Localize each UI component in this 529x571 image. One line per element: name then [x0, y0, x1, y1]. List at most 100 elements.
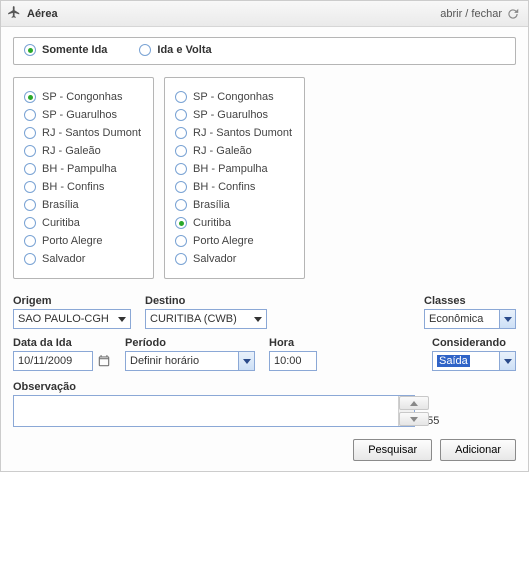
destination-city-label: RJ - Santos Dumont: [193, 127, 292, 139]
radio-icon: [175, 163, 187, 175]
origin-city-option[interactable]: RJ - Galeão: [24, 142, 141, 160]
adicionar-button[interactable]: Adicionar: [440, 439, 516, 461]
origin-city-option[interactable]: BH - Pampulha: [24, 160, 141, 178]
caret-down-icon: [410, 417, 418, 422]
origem-value: SAO PAULO-CGH: [18, 313, 109, 325]
classes-value: Econômica: [429, 313, 483, 325]
toggle-panel-label: abrir / fechar: [440, 8, 502, 20]
destination-city-option[interactable]: RJ - Galeão: [175, 142, 292, 160]
considerando-value: Saída: [437, 355, 470, 367]
caret-down-icon: [118, 317, 126, 322]
pesquisar-button[interactable]: Pesquisar: [353, 439, 432, 461]
destination-city-option[interactable]: Porto Alegre: [175, 232, 292, 250]
origin-city-label: RJ - Santos Dumont: [42, 127, 141, 139]
radio-icon: [24, 127, 36, 139]
destination-city-option[interactable]: RJ - Santos Dumont: [175, 124, 292, 142]
destination-city-label: Curitiba: [193, 217, 231, 229]
destination-city-label: Salvador: [193, 253, 236, 265]
dropdown-arrow-icon: [499, 310, 515, 328]
panel-title: Aérea: [27, 8, 58, 20]
origin-city-label: Brasília: [42, 199, 79, 211]
scroll-down-button[interactable]: [399, 412, 429, 426]
destino-label: Destino: [145, 295, 267, 307]
destination-city-option[interactable]: Salvador: [175, 250, 292, 268]
destination-city-label: SP - Congonhas: [193, 91, 274, 103]
trip-type-group: Somente Ida Ida e Volta: [13, 37, 516, 65]
destination-city-option[interactable]: Brasília: [175, 196, 292, 214]
destination-city-option[interactable]: Curitiba: [175, 214, 292, 232]
airplane-icon: [7, 5, 21, 22]
origin-city-label: Curitiba: [42, 217, 80, 229]
trip-round-option[interactable]: Ida e Volta: [139, 44, 211, 56]
origin-city-option[interactable]: SP - Congonhas: [24, 88, 141, 106]
origin-city-label: BH - Confins: [42, 181, 104, 193]
destination-city-label: RJ - Galeão: [193, 145, 252, 157]
periodo-label: Período: [125, 337, 255, 349]
radio-icon: [24, 181, 36, 193]
radio-icon: [175, 109, 187, 121]
classes-label: Classes: [424, 295, 516, 307]
origin-city-option[interactable]: SP - Guarulhos: [24, 106, 141, 124]
origin-city-list: SP - Congonhas SP - Guarulhos RJ - Santos …: [13, 77, 154, 279]
destination-city-option[interactable]: SP - Guarulhos: [175, 106, 292, 124]
hora-label: Hora: [269, 337, 317, 349]
destination-city-label: Porto Alegre: [193, 235, 254, 247]
destination-city-label: BH - Confins: [193, 181, 255, 193]
radio-icon: [175, 181, 187, 193]
origin-city-label: Salvador: [42, 253, 85, 265]
origin-city-option[interactable]: Salvador: [24, 250, 141, 268]
origin-city-option[interactable]: RJ - Santos Dumont: [24, 124, 141, 142]
hora-value: 10:00: [274, 355, 302, 367]
destination-city-label: SP - Guarulhos: [193, 109, 268, 121]
destination-city-option[interactable]: SP - Congonhas: [175, 88, 292, 106]
radio-icon: [24, 145, 36, 157]
destination-city-list: SP - Congonhas SP - Guarulhos RJ - Santos …: [164, 77, 305, 279]
destination-city-option[interactable]: BH - Confins: [175, 178, 292, 196]
destino-select[interactable]: CURITIBA (CWB): [145, 309, 267, 329]
radio-icon: [24, 235, 36, 247]
origin-city-option[interactable]: Brasília: [24, 196, 141, 214]
data-ida-input[interactable]: 10/11/2009: [13, 351, 93, 371]
footer-buttons: Pesquisar Adicionar: [13, 439, 516, 461]
hora-input[interactable]: 10:00: [269, 351, 317, 371]
calendar-icon[interactable]: [97, 354, 111, 368]
origin-city-label: Porto Alegre: [42, 235, 103, 247]
periodo-value: Definir horário: [130, 355, 199, 367]
dropdown-arrow-icon: [499, 352, 515, 370]
periodo-select[interactable]: Definir horário: [125, 351, 255, 371]
origin-city-option[interactable]: BH - Confins: [24, 178, 141, 196]
scroll-up-button[interactable]: [399, 396, 429, 410]
radio-icon: [24, 109, 36, 121]
origem-select[interactable]: SAO PAULO-CGH: [13, 309, 131, 329]
destination-city-option[interactable]: BH - Pampulha: [175, 160, 292, 178]
data-ida-label: Data da Ida: [13, 337, 111, 349]
scrollbar[interactable]: [398, 396, 414, 426]
observacao-textarea[interactable]: [13, 395, 415, 427]
classes-select[interactable]: Econômica: [424, 309, 516, 329]
observacao-label: Observação: [13, 381, 76, 393]
panel-header: Aérea abrir / fechar: [1, 1, 528, 27]
radio-icon: [175, 253, 187, 265]
origin-city-option[interactable]: Porto Alegre: [24, 232, 141, 250]
considerando-select[interactable]: Saída: [432, 351, 516, 371]
caret-up-icon: [410, 401, 418, 406]
trip-round-label: Ida e Volta: [157, 44, 211, 56]
refresh-icon: [506, 7, 520, 21]
radio-icon: [24, 253, 36, 265]
radio-icon: [24, 217, 36, 229]
origin-city-label: SP - Guarulhos: [42, 109, 117, 121]
origin-city-label: BH - Pampulha: [42, 163, 117, 175]
radio-icon: [175, 235, 187, 247]
caret-down-icon: [254, 317, 262, 322]
toggle-panel-link[interactable]: abrir / fechar: [440, 7, 520, 21]
dropdown-arrow-icon: [238, 352, 254, 370]
destination-city-label: BH - Pampulha: [193, 163, 268, 175]
panel-body: Somente Ida Ida e Volta SP - CongonhasSP…: [1, 27, 528, 471]
radio-icon: [139, 44, 151, 56]
radio-icon: [175, 91, 187, 103]
origin-city-option[interactable]: Curitiba: [24, 214, 141, 232]
origin-city-label: SP - Congonhas: [42, 91, 123, 103]
destination-city-label: Brasília: [193, 199, 230, 211]
flight-search-panel: Aérea abrir / fechar Somente Ida Ida e V…: [0, 0, 529, 472]
trip-one-way-option[interactable]: Somente Ida: [24, 44, 107, 56]
